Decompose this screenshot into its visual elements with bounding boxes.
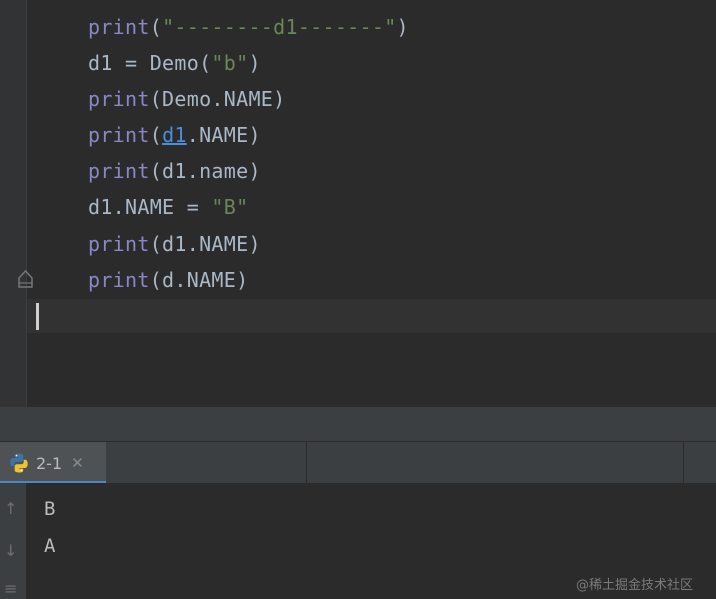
code-text: d1.NAME = (88, 195, 212, 219)
tab-divider (306, 442, 307, 484)
console-toolbar: ↑ ↓ ≡ (0, 483, 26, 599)
code-line[interactable]: print(d1.NAME) (88, 226, 261, 262)
panel-splitter[interactable] (0, 407, 716, 441)
variable-reference-link[interactable]: d1 (162, 123, 187, 147)
code-line[interactable]: print(d.NAME) (88, 262, 248, 298)
keyword: print (88, 268, 150, 292)
keyword: print (88, 159, 150, 183)
arrow-down-icon[interactable]: ↓ (4, 541, 22, 560)
code-line[interactable]: print(d1.name) (88, 153, 261, 189)
soft-wrap-icon[interactable]: ≡ (4, 579, 22, 598)
code-line[interactable]: print("--------d1-------") (88, 9, 409, 45)
code-text: ) (396, 15, 409, 39)
console-output-line: B (44, 498, 56, 520)
keyword: print (88, 87, 150, 111)
code-text: ( (149, 15, 163, 39)
run-tab[interactable]: 2-1 ✕ (0, 442, 106, 484)
code-line[interactable]: d1.NAME = "B" (88, 189, 248, 225)
code-text: (d1.NAME) (149, 232, 261, 256)
keyword: print (88, 123, 150, 147)
code-editor[interactable]: print("--------d1-------") d1 = Demo("b"… (0, 0, 716, 407)
string-literal: "B" (211, 195, 249, 219)
text-caret (36, 303, 39, 330)
code-line[interactable]: d1 = Demo("b") (88, 45, 261, 81)
keyword: print (88, 15, 150, 39)
run-tab-bar: 2-1 ✕ (0, 441, 716, 484)
run-tab-label: 2-1 (36, 453, 63, 473)
code-text: ( (149, 123, 163, 147)
tab-divider (683, 442, 684, 484)
code-text: ) (248, 51, 261, 75)
editor-gutter (0, 0, 27, 407)
code-text: (d.NAME) (149, 268, 249, 292)
breakpoint-bookmark-icon[interactable] (17, 269, 34, 289)
code-text: (Demo.NAME) (149, 87, 286, 111)
code-line[interactable]: print(Demo.NAME) (88, 81, 285, 117)
close-icon[interactable]: ✕ (71, 454, 84, 472)
arrow-up-icon[interactable]: ↑ (4, 499, 22, 518)
code-text: .NAME) (186, 123, 261, 147)
string-literal: "b" (211, 51, 249, 75)
console-output-line: A (44, 535, 56, 557)
code-text: (d1.name) (149, 159, 261, 183)
code-text: d1 = Demo( (88, 51, 212, 75)
string-literal: "--------d1-------" (162, 15, 397, 39)
current-line-highlight (27, 299, 716, 333)
code-line[interactable]: print(d1.NAME) (88, 117, 261, 153)
python-icon (10, 453, 28, 473)
watermark: @稀土掘金技术社区 (576, 578, 694, 593)
keyword: print (88, 232, 150, 256)
